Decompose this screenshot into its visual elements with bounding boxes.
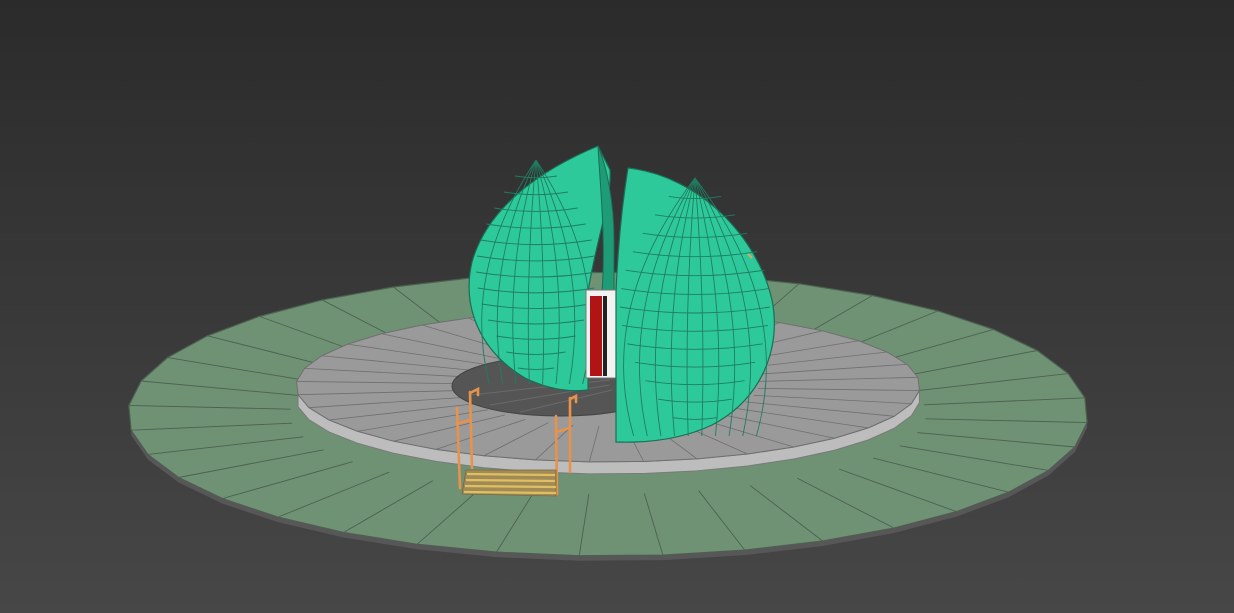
door-panel-red[interactable]	[590, 296, 602, 376]
scene-render[interactable]	[0, 0, 1234, 613]
doorway[interactable]	[585, 289, 617, 379]
stairs[interactable]	[461, 469, 557, 497]
3d-viewport[interactable]	[0, 0, 1234, 613]
door-panel-dark	[603, 296, 607, 376]
